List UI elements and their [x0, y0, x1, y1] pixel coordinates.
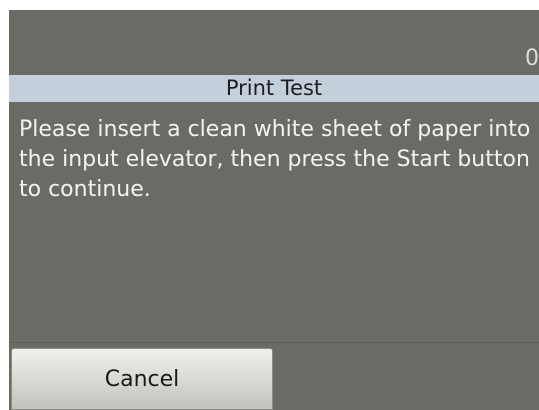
printer-panel-screen: 0 Print Test Please insert a clean white… — [9, 10, 539, 410]
instruction-message: Please insert a clean white sheet of pap… — [19, 117, 531, 202]
dialog-title-bar: Print Test — [9, 75, 539, 102]
page-counter: 0 — [525, 46, 539, 71]
dialog-title: Print Test — [225, 76, 323, 100]
cancel-button[interactable]: Cancel — [11, 348, 273, 410]
